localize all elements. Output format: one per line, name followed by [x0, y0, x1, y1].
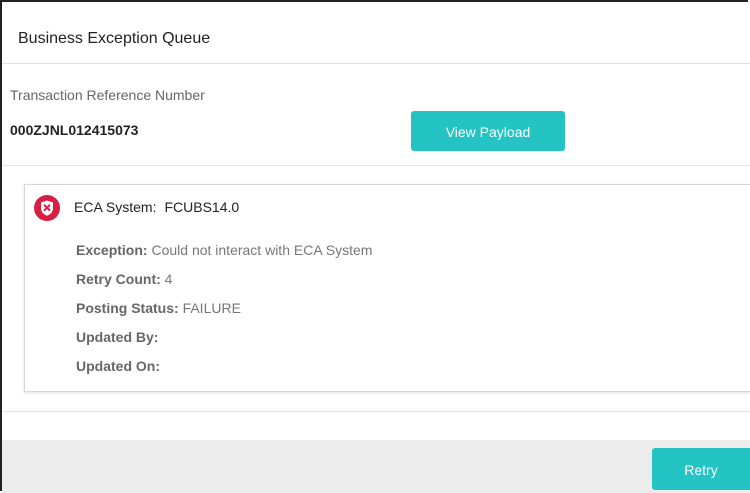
updated-by-label: Updated By:	[76, 329, 159, 345]
view-payload-button[interactable]: View Payload	[411, 111, 565, 151]
eca-system-value: FCUBS14.0	[164, 199, 240, 215]
posting-status-value: FAILURE	[182, 300, 241, 316]
eca-system-label: ECA System:	[74, 199, 157, 215]
updated-on-label: Updated On:	[76, 358, 160, 374]
transaction-reference-label: Transaction Reference Number	[10, 87, 205, 103]
updated-on-detail: Updated On:	[76, 358, 160, 374]
exception-label: Exception:	[76, 242, 148, 258]
retry-count-value: 4	[164, 271, 173, 287]
posting-status-detail: Posting Status: FAILURE	[76, 300, 241, 316]
exception-detail: Exception: Could not interact with ECA S…	[76, 242, 372, 258]
posting-status-label: Posting Status:	[76, 300, 179, 316]
page-header: Business Exception Queue	[2, 2, 750, 64]
retry-button[interactable]: Retry	[652, 448, 750, 490]
footer-divider	[2, 411, 750, 412]
eca-system-title: ECA System: FCUBS14.0	[74, 199, 239, 215]
exception-value: Could not interact with ECA System	[151, 242, 373, 258]
section-divider	[2, 165, 750, 166]
updated-by-detail: Updated By:	[76, 329, 158, 345]
transaction-reference-value: 000ZJNL012415073	[10, 122, 139, 138]
retry-count-label: Retry Count:	[76, 271, 161, 287]
page-title: Business Exception Queue	[18, 30, 211, 47]
action-footer	[2, 440, 750, 493]
retry-count-detail: Retry Count: 4	[76, 271, 172, 287]
error-shield-icon	[34, 195, 60, 221]
